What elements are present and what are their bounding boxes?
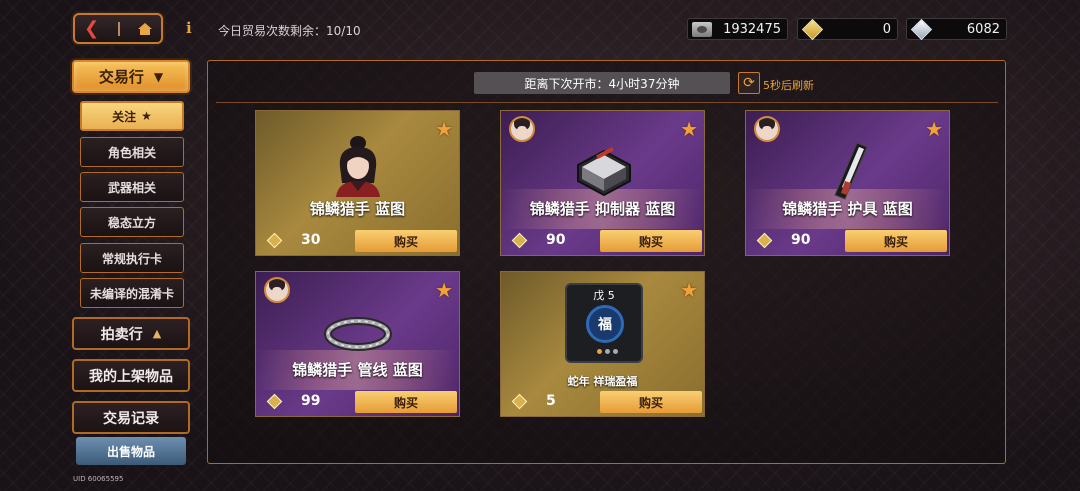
sidebar-item-label: 稳态立方 xyxy=(107,215,156,230)
auction-house-button[interactable]: 拍卖行 ▲ xyxy=(72,317,190,350)
fortune-bag-icon: 福 xyxy=(586,305,624,343)
item-price: 90 xyxy=(546,232,566,248)
avatar xyxy=(754,116,780,142)
trade-records-button[interactable]: 交易记录 xyxy=(72,401,190,434)
sidebar-item-label: 未编译的混淆卡 xyxy=(89,286,174,301)
sell-items-label: 出售物品 xyxy=(106,444,155,459)
nav-separator xyxy=(117,21,120,36)
favorite-star-icon[interactable]: ★ xyxy=(680,278,698,302)
suppressor-icon xyxy=(576,147,631,197)
favorite-star-icon[interactable]: ★ xyxy=(925,117,943,141)
chevron-up-icon: ▲ xyxy=(152,327,162,340)
chevron-down-icon: ▼ xyxy=(153,69,164,84)
emblem-dots xyxy=(597,349,618,354)
character-portrait-icon xyxy=(335,136,380,197)
item-card[interactable]: ★ 锦鳞猎手 护具 蓝图 90 购买 xyxy=(745,110,950,256)
sell-items-button[interactable]: 出售物品 xyxy=(76,437,186,465)
my-listings-button[interactable]: 我的上架物品 xyxy=(72,359,190,392)
emblem-badge: 戊 5 xyxy=(567,287,641,303)
gold-gem-value: 0 xyxy=(882,21,891,37)
item-title: 锦鳞猎手 护具 蓝图 xyxy=(782,200,913,218)
sidebar-item-obfuscated-cards[interactable]: 未编译的混淆卡 xyxy=(80,278,184,308)
auction-house-label: 拍卖行 xyxy=(100,326,143,343)
item-title: 锦鳞猎手 管线 蓝图 xyxy=(292,361,423,379)
refresh-countdown: 5秒后刷新 xyxy=(763,79,814,92)
refresh-icon[interactable]: ⟳ xyxy=(738,72,760,94)
gold-gem-icon xyxy=(266,393,283,410)
item-title: 蛇年 祥瑞盈福 xyxy=(567,375,638,388)
gold-gem-icon xyxy=(511,232,528,249)
my-listings-label: 我的上架物品 xyxy=(89,368,173,385)
item-price: 5 xyxy=(546,393,556,409)
item-price: 90 xyxy=(791,232,811,248)
sidebar-item-label: 常规执行卡 xyxy=(101,251,162,266)
emblem-badge-count: 5 xyxy=(607,289,615,302)
sidebar-item-steady-cube[interactable]: 稳态立方 xyxy=(80,207,184,237)
trade-records-label: 交易记录 xyxy=(103,410,159,427)
gold-gem-currency: 0 xyxy=(797,18,898,41)
sidebar-item-weapons[interactable]: 武器相关 xyxy=(80,172,184,202)
item-card[interactable]: ★ 锦鳞猎手 蓝图 30 购买 xyxy=(255,110,460,256)
uid-label: UID 60065595 xyxy=(73,475,124,483)
home-icon[interactable] xyxy=(137,22,152,35)
silver-gem-value: 6082 xyxy=(966,21,1000,37)
buy-button[interactable]: 购买 xyxy=(845,230,947,252)
item-price: 30 xyxy=(301,232,321,248)
cash-currency: 1932475 xyxy=(687,18,788,40)
trade-count-label: 今日贸易次数剩余：10/10 xyxy=(218,24,361,38)
cash-icon xyxy=(692,22,712,37)
buy-button[interactable]: 购买 xyxy=(600,230,702,252)
item-title: 锦鳞猎手 抑制器 蓝图 xyxy=(529,200,676,218)
item-title: 锦鳞猎手 蓝图 xyxy=(309,200,406,218)
favorite-star-icon[interactable]: ★ xyxy=(435,278,453,302)
sidebar-item-regular-cards[interactable]: 常规执行卡 xyxy=(80,243,184,273)
gold-gem-icon xyxy=(266,232,283,249)
buy-button[interactable]: 购买 xyxy=(600,391,702,413)
trading-house-button[interactable]: 交易行 ▼ xyxy=(72,60,190,93)
item-card[interactable]: ★ 锦鳞猎手 管线 蓝图 99 购买 xyxy=(255,271,460,417)
gold-gem-icon xyxy=(756,232,773,249)
silver-gem-currency: 6082 xyxy=(906,18,1007,41)
star-icon: ★ xyxy=(141,109,152,123)
emblem-card: 戊 5 福 xyxy=(565,283,643,363)
cash-value: 1932475 xyxy=(723,21,781,37)
back-icon[interactable]: ❮ xyxy=(84,19,99,38)
gold-gem-icon xyxy=(511,393,528,410)
market-timer: 距离下次开市：4小时37分钟 xyxy=(474,72,730,94)
panel-divider xyxy=(216,102,998,103)
armor-gear-icon xyxy=(833,142,868,200)
fortune-bag-glyph: 福 xyxy=(598,317,612,333)
item-card[interactable]: 戊 5 福 ★ 蛇年 祥瑞盈福 5 购买 xyxy=(500,271,705,417)
gold-gem-icon xyxy=(801,18,824,41)
avatar xyxy=(264,277,290,303)
favorite-star-icon[interactable]: ★ xyxy=(435,117,453,141)
sidebar-item-label: 角色相关 xyxy=(107,145,156,160)
sidebar-item-characters[interactable]: 角色相关 xyxy=(80,137,184,167)
nav-buttons: ❮ xyxy=(73,13,163,44)
avatar xyxy=(509,116,535,142)
trading-house-label: 交易行 xyxy=(98,68,144,86)
buy-button[interactable]: 购买 xyxy=(355,230,457,252)
sidebar-item-label: 武器相关 xyxy=(107,180,156,195)
item-card[interactable]: ★ 锦鳞猎手 抑制器 蓝图 90 购买 xyxy=(500,110,705,256)
favorite-star-icon[interactable]: ★ xyxy=(680,117,698,141)
sidebar-item-label: 关注 xyxy=(112,109,137,124)
buy-button[interactable]: 购买 xyxy=(355,391,457,413)
info-icon[interactable]: i xyxy=(186,19,192,37)
item-price: 99 xyxy=(301,393,321,409)
pipeline-coil-icon xyxy=(323,317,392,351)
emblem-badge-glyph: 戊 xyxy=(593,289,605,302)
sidebar-item-favorites[interactable]: 关注 ★ xyxy=(80,101,184,131)
silver-gem-icon xyxy=(910,18,933,41)
